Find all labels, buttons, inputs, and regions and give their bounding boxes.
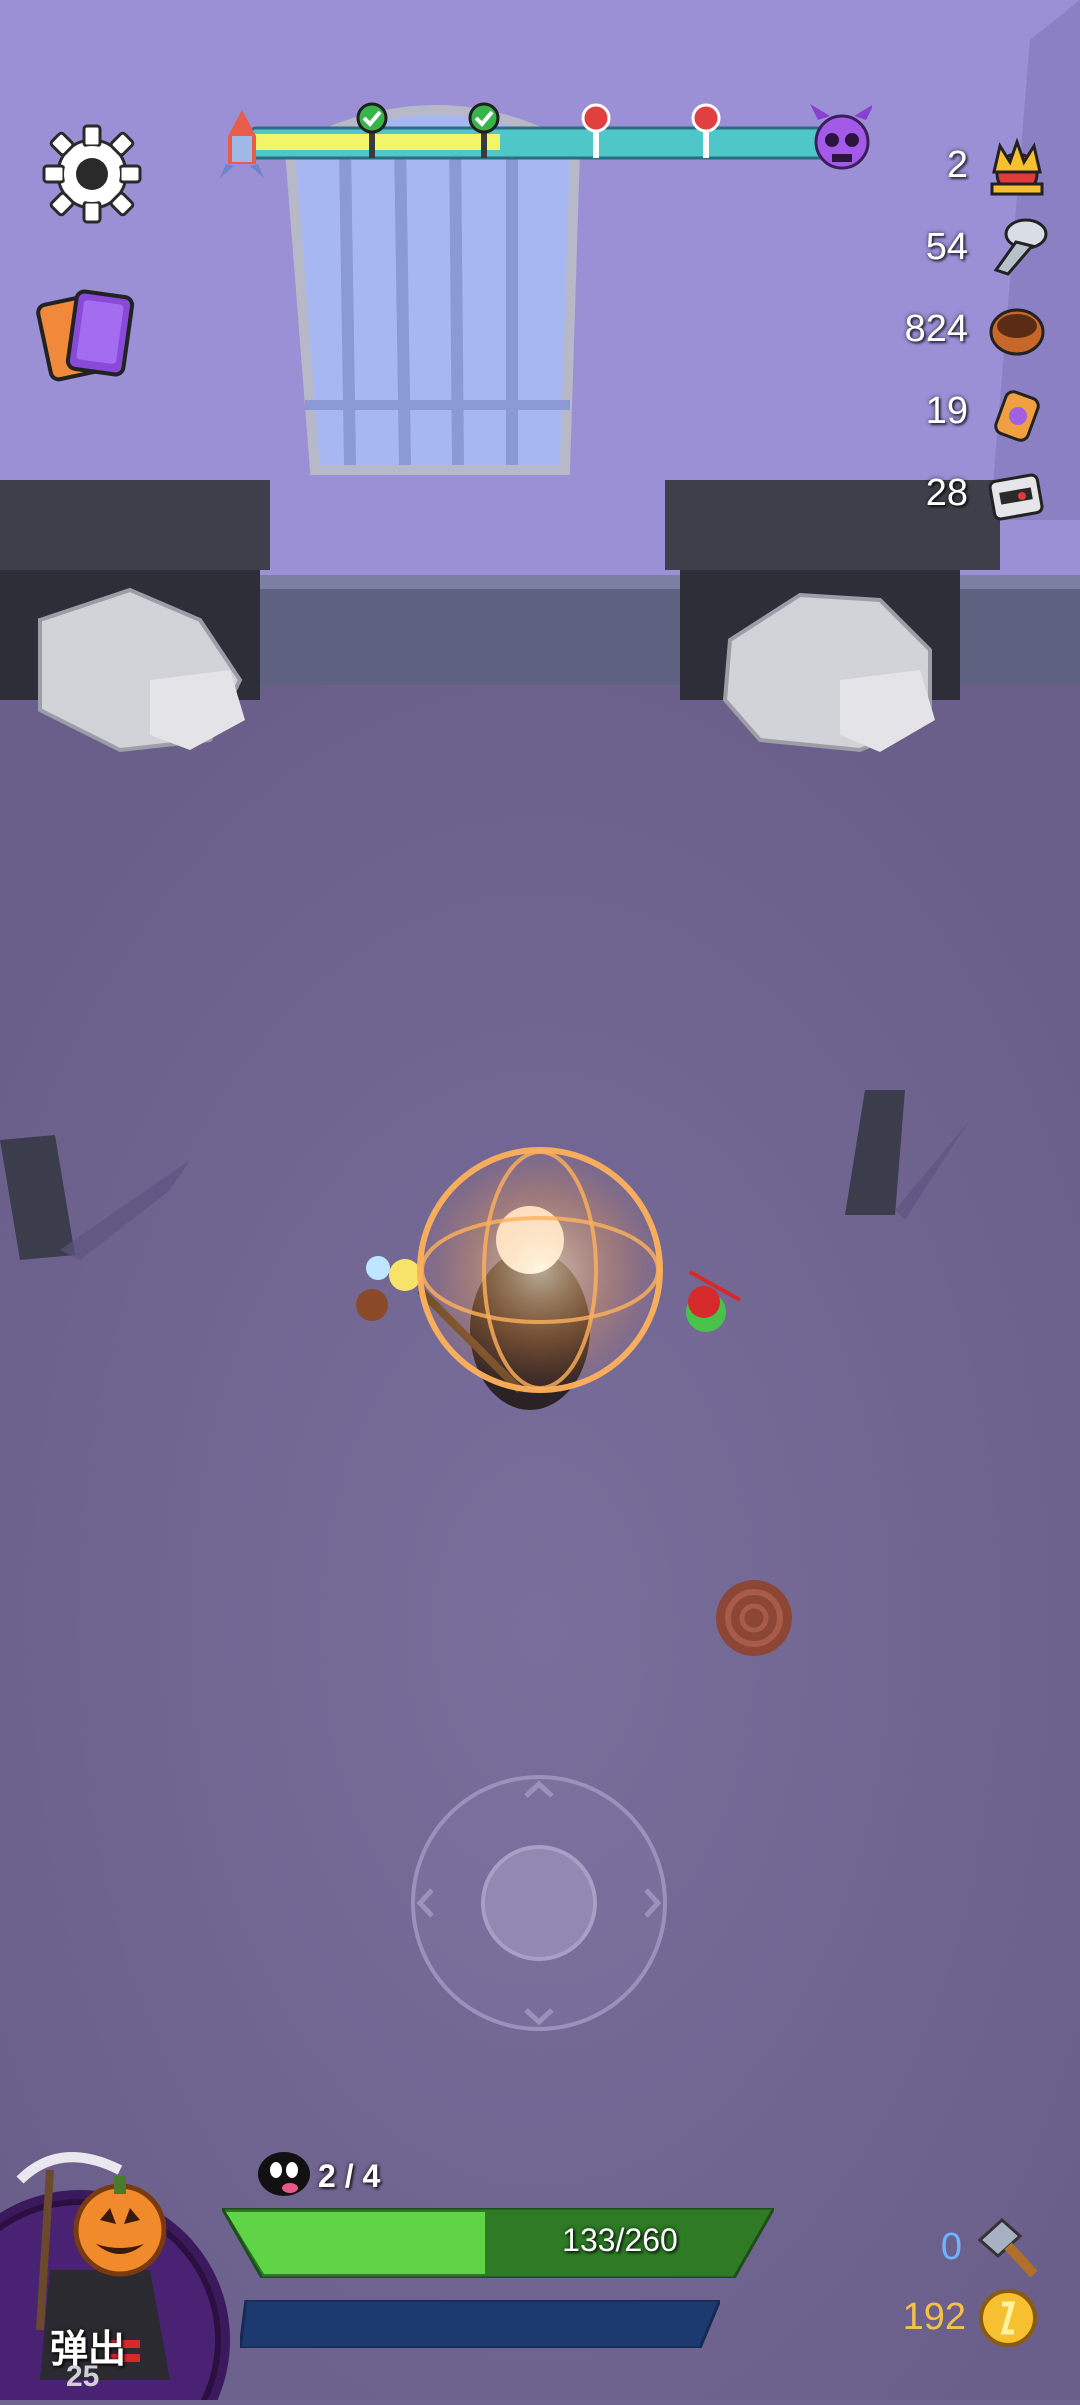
enemy-count-text: 2 / 4 bbox=[318, 2158, 381, 2194]
coffee-count: 824 bbox=[904, 308, 968, 350]
cards-button[interactable] bbox=[36, 280, 146, 390]
coffee-cup-icon bbox=[989, 308, 1045, 356]
crown-icon bbox=[990, 137, 1044, 196]
bolt-count: 54 bbox=[925, 226, 968, 268]
bolt-icon bbox=[993, 218, 1048, 276]
enemy-counter: 2 / 4 bbox=[256, 2150, 416, 2204]
resource-bolts: 54 bbox=[732, 214, 1052, 284]
xp-bar bbox=[240, 2300, 720, 2348]
crown-count: 2 bbox=[946, 144, 968, 186]
hammer-count: 0 bbox=[940, 2226, 962, 2268]
resource-potion: 19 bbox=[732, 378, 1052, 448]
gear-icon bbox=[42, 124, 142, 224]
potion-count: 19 bbox=[925, 390, 968, 432]
hp-bar-fill bbox=[226, 2212, 486, 2274]
robot-head-icon bbox=[988, 473, 1044, 521]
resource-robot: 28 bbox=[732, 460, 1052, 530]
gold-counter: 192 bbox=[852, 2282, 1052, 2352]
hp-text: 133/260 bbox=[562, 2222, 678, 2258]
pillar-left bbox=[0, 480, 270, 753]
hammer-counter: 0 bbox=[852, 2212, 1052, 2282]
resource-coffee: 824 bbox=[732, 296, 1052, 366]
virtual-joystick[interactable] bbox=[408, 1772, 670, 2034]
potion-jar-icon bbox=[994, 390, 1040, 442]
cards-icon bbox=[36, 289, 135, 382]
settings-button[interactable] bbox=[40, 122, 144, 226]
resource-crowns: 2 bbox=[732, 132, 1052, 202]
gold-coin-icon bbox=[979, 2289, 1037, 2347]
hammer-icon bbox=[977, 2217, 1038, 2278]
gold-count: 192 bbox=[902, 2296, 966, 2338]
ghost-enemy-icon bbox=[258, 2152, 310, 2196]
robot-count: 28 bbox=[925, 472, 968, 514]
eject-count: 25 bbox=[66, 2360, 100, 2393]
swirl-pickup bbox=[716, 1580, 792, 1656]
